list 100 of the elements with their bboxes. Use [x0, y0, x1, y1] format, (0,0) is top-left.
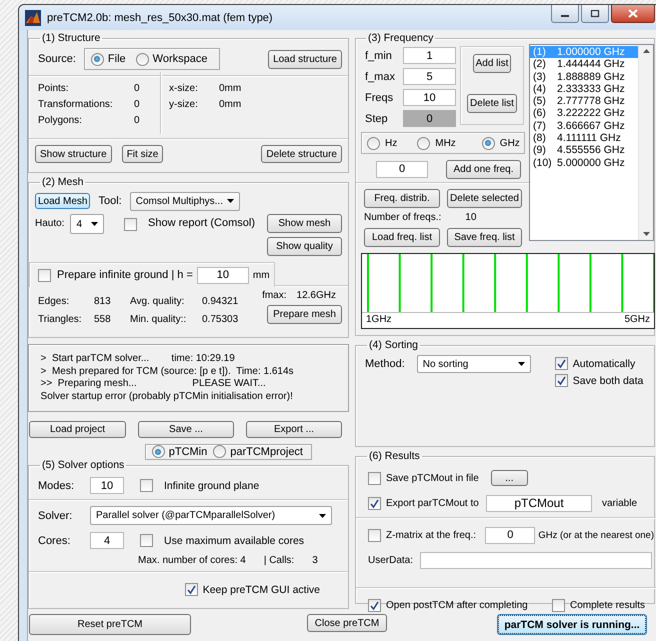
stat-label: Edges: [38, 296, 70, 309]
checkbox-label: Save pTCMout in file [386, 472, 479, 484]
scroll-up-icon[interactable] [642, 49, 650, 53]
frequency-list-item[interactable]: (6) 3.222222 GHz [530, 107, 638, 120]
delete-list-button[interactable]: Delete list [467, 94, 517, 113]
checkbox[interactable] [184, 583, 198, 596]
checkbox[interactable] [368, 496, 381, 510]
delete-selected-button[interactable]: Delete selected [447, 189, 522, 208]
project-button[interactable]: Save ... [138, 421, 234, 438]
frequency-field[interactable]: 0 [485, 526, 536, 544]
radio-button[interactable] [213, 445, 226, 458]
frequency-list-item[interactable]: (7) 3.666667 GHz [530, 120, 638, 132]
maximize-icon [590, 10, 600, 18]
project-button[interactable]: Load project [29, 421, 126, 438]
frequency-list-item[interactable]: (2) 1.444444 GHz [530, 58, 638, 71]
scrollbar[interactable] [638, 45, 653, 240]
scroll-down-icon[interactable] [642, 232, 650, 236]
frequency-field[interactable]: 10 [403, 89, 456, 106]
userdata-label: UserData: [368, 554, 414, 566]
stat-value: 0 [134, 99, 141, 112]
show-quality-button[interactable]: Show quality [267, 237, 342, 256]
checkbox[interactable] [368, 472, 381, 484]
radio-label: pTCMin [168, 446, 208, 458]
frequency-distribution-button[interactable]: Freq. distrib. [364, 189, 440, 208]
frequency-list-item[interactable]: (9) 4.555556 GHz [530, 144, 638, 157]
log-line: > Start parTCM solver... time: 10:29.19 [40, 353, 236, 366]
radio-button[interactable] [417, 136, 430, 150]
radio-button[interactable] [482, 136, 495, 150]
solver-label: Solver: [38, 510, 74, 522]
radio-label: File [108, 53, 126, 65]
frequency-list-item[interactable]: (3) 1.888889 GHz [530, 70, 638, 83]
add-list-button[interactable]: Add list [472, 54, 512, 73]
frequency-line [398, 254, 401, 312]
h-field[interactable]: 10 [196, 266, 249, 284]
hauto-label: Hauto: [35, 218, 64, 229]
stat-label: Triangles: [38, 314, 83, 327]
method-dropdown[interactable]: No sorting [416, 355, 531, 373]
frequency-line [558, 254, 560, 312]
checkbox[interactable] [554, 357, 568, 370]
stat-value: 813 [94, 296, 112, 309]
add-one-frequency-button[interactable]: Add one freq. [446, 160, 521, 178]
cores-field[interactable]: 4 [90, 532, 124, 549]
maximize-button[interactable] [581, 5, 609, 23]
checkbox[interactable] [368, 598, 381, 612]
userdata-field[interactable] [420, 552, 652, 568]
frequency-field[interactable]: 5 [403, 68, 456, 85]
radio-label: parTCMproject [230, 446, 303, 458]
load-structure-button[interactable]: Load structure [268, 50, 342, 68]
panel-title: (5) Solver options [41, 459, 126, 471]
project-button[interactable]: Export ... [246, 421, 342, 438]
calls-value: 3 [312, 555, 318, 566]
tool-dropdown[interactable]: Comsol Multiphys... [130, 192, 240, 210]
method-label: Method: [365, 358, 405, 370]
radio-button[interactable] [367, 136, 380, 150]
variable-field[interactable]: pTCMout [486, 494, 592, 512]
reset-button[interactable]: Reset preTCM [29, 614, 191, 635]
checkbox[interactable] [124, 218, 138, 231]
radio-button[interactable] [90, 52, 104, 66]
radio-button[interactable] [136, 52, 149, 66]
solver-dropdown[interactable]: Parallel solver (@parTCMparallelSolver) [90, 506, 332, 525]
load-frequency-list-button[interactable]: Load freq. list [364, 228, 440, 247]
frequency-list-item[interactable]: (10) 5.000000 GHz [530, 156, 638, 169]
close-app-button[interactable]: Close preTCM [307, 614, 387, 632]
fit-size-button[interactable]: Fit size [122, 145, 164, 163]
frequency-field[interactable]: 1 [403, 47, 456, 64]
checkbox[interactable] [552, 598, 565, 612]
frequency-field[interactable]: 0 [376, 160, 428, 178]
checkbox[interactable] [140, 479, 153, 492]
stat-value: 0 [134, 115, 141, 128]
checkbox-label: Prepare infinite ground | h = [57, 269, 193, 281]
frequency-list-item[interactable]: (4) 2.333333 GHz [530, 82, 638, 96]
size-value: 0mm [219, 83, 242, 96]
stat-label: Transformations: [38, 99, 114, 112]
checkbox-label: Keep preTCM GUI active [202, 584, 320, 596]
close-button[interactable] [611, 5, 655, 23]
load-mesh-button[interactable]: Load Mesh [35, 193, 90, 209]
show-structure-button[interactable]: Show structure [35, 145, 112, 163]
frequency-line [494, 254, 496, 312]
cores-label: Cores: [38, 534, 72, 546]
radio-button[interactable] [152, 445, 165, 458]
hauto-dropdown[interactable]: 4 [70, 214, 104, 234]
frequency-list-item[interactable]: (8) 4.111111 GHz [530, 132, 638, 144]
browse-button[interactable]: ... [490, 470, 528, 486]
checkbox[interactable] [368, 528, 381, 542]
radio-label: Workspace [152, 53, 208, 65]
dropdown-arrow-icon [91, 222, 98, 226]
peak-logo-icon [25, 10, 41, 26]
status-button[interactable]: parTCM solver is running... [497, 614, 647, 635]
prepare-mesh-button[interactable]: Prepare mesh [267, 305, 342, 324]
delete-structure-button[interactable]: Delete structure [261, 145, 342, 163]
checkbox[interactable] [140, 534, 153, 547]
save-frequency-list-button[interactable]: Save freq. list [447, 228, 522, 247]
frequency-count-label: Number of freqs.: [364, 212, 442, 223]
checkbox[interactable] [38, 268, 51, 282]
frequency-list-item[interactable]: (5) 2.777778 GHz [530, 95, 638, 108]
checkbox[interactable] [554, 374, 568, 387]
minimize-button[interactable] [551, 5, 579, 23]
window-title: preTCM2.0b: mesh_res_50x30.mat (fem type) [47, 12, 273, 24]
modes-field[interactable]: 10 [90, 477, 124, 494]
show-mesh-button[interactable]: Show mesh [267, 214, 342, 233]
